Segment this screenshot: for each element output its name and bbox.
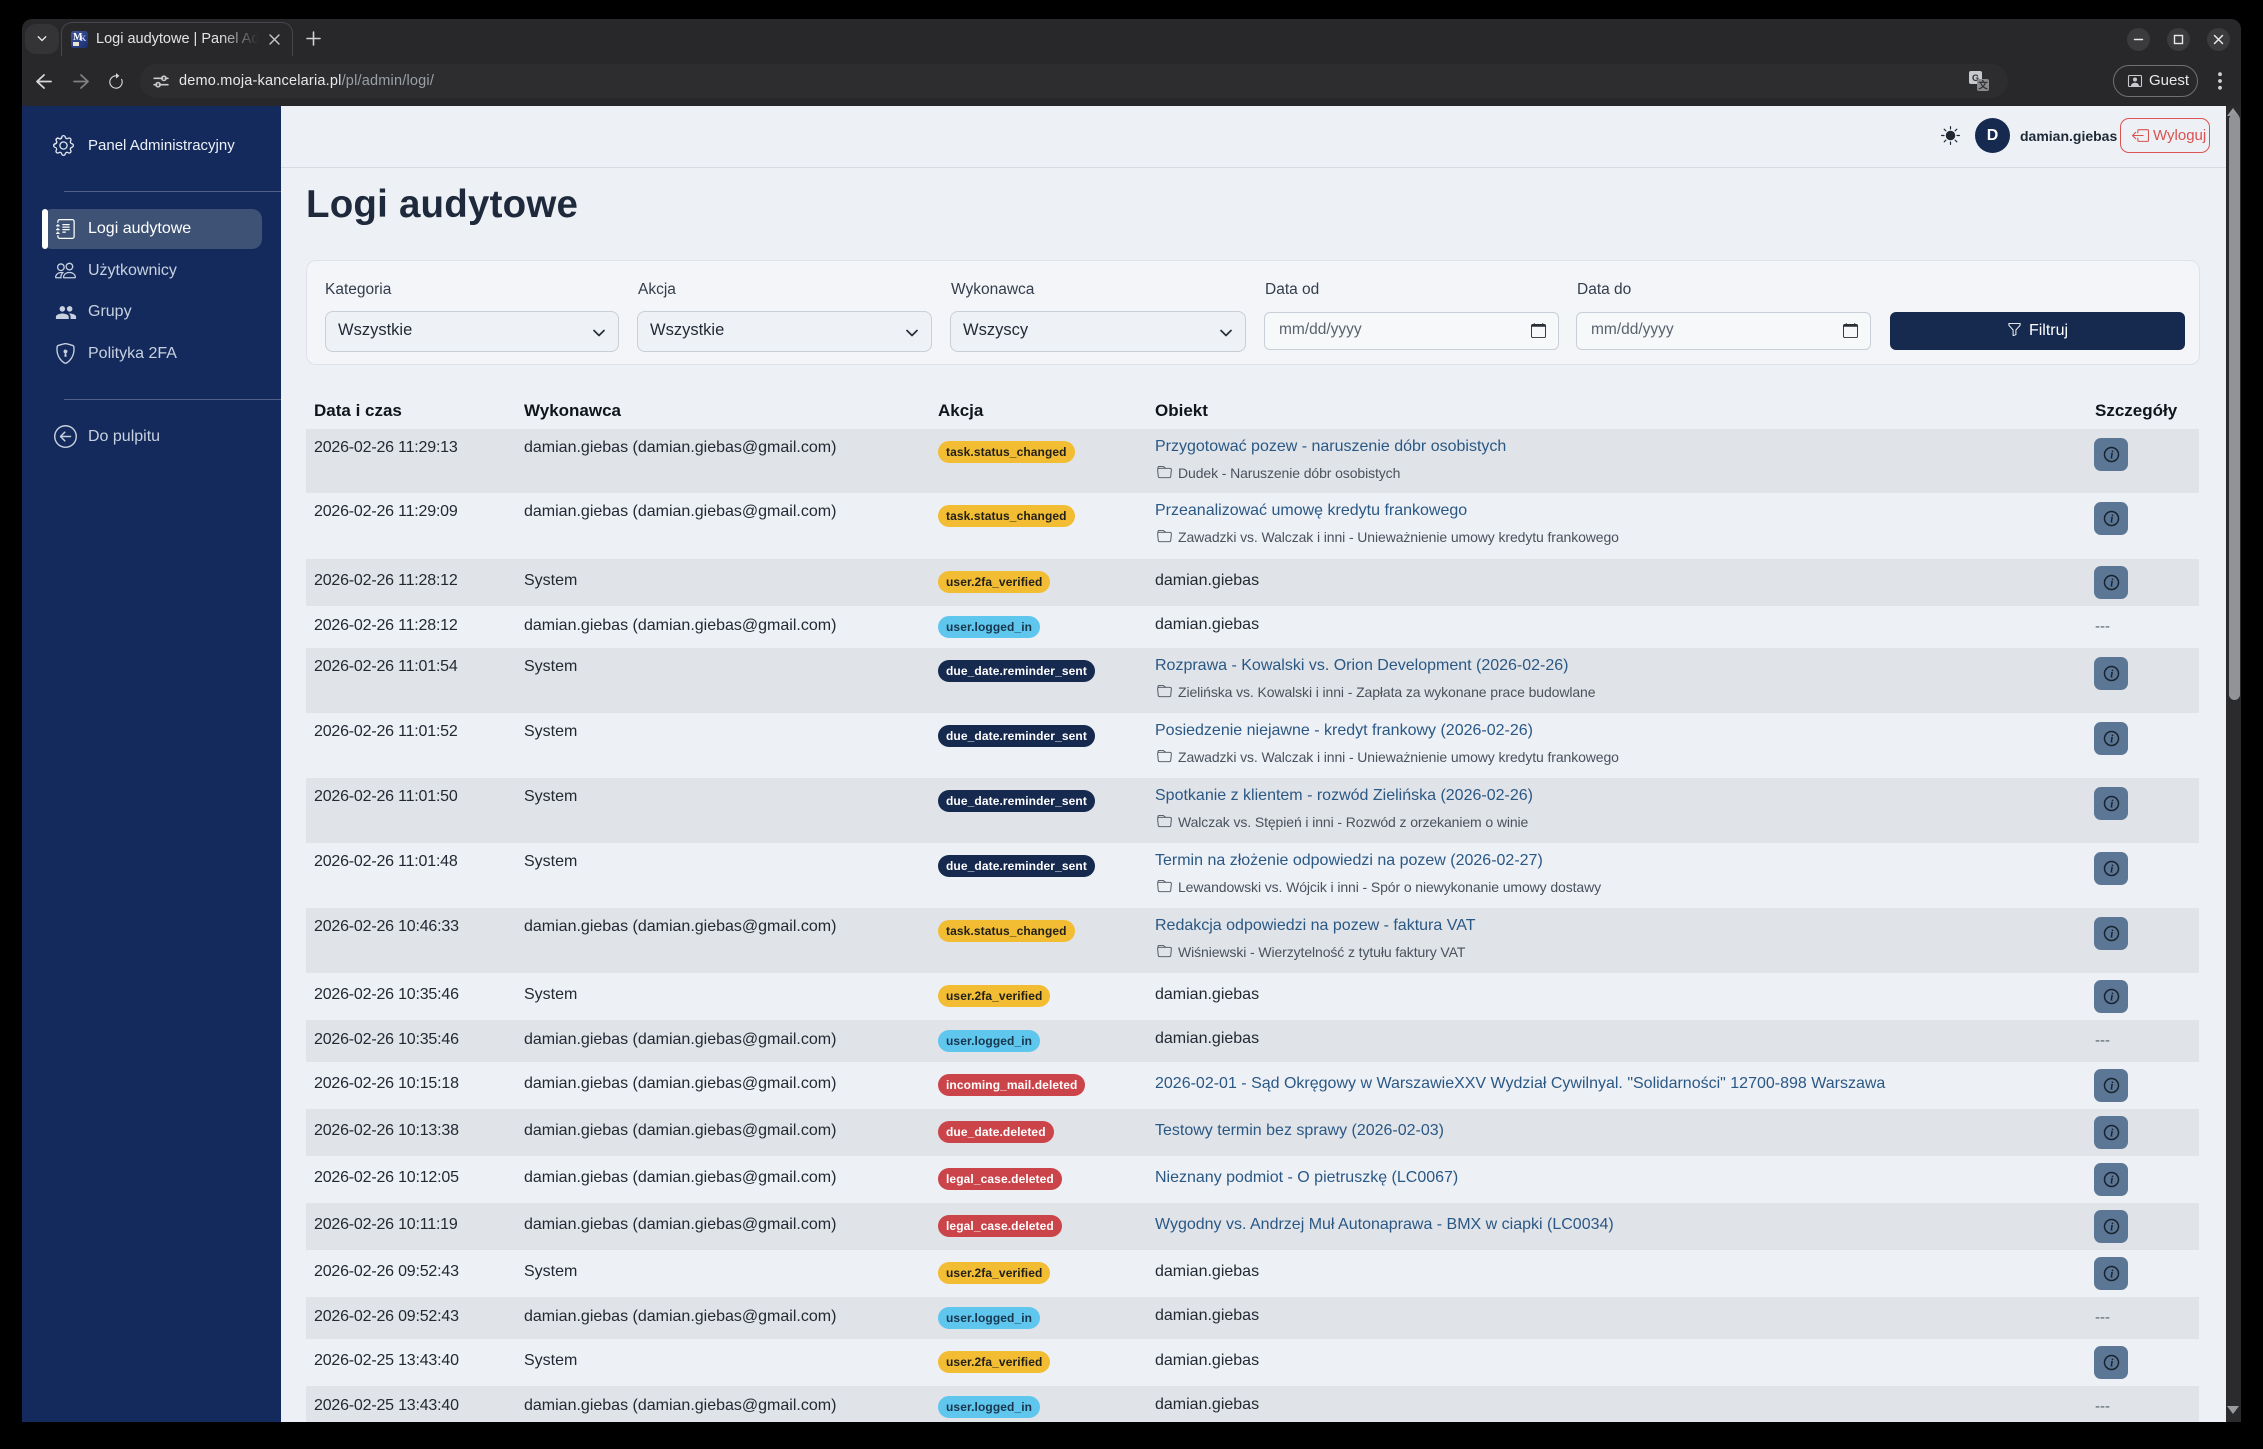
- svg-text:文: 文: [1977, 80, 1988, 92]
- svg-text:i: i: [2110, 1080, 2114, 1092]
- svg-text:i: i: [2110, 1221, 2114, 1233]
- svg-text:i: i: [2110, 668, 2114, 680]
- svg-text:i: i: [2110, 991, 2114, 1003]
- svg-text:i: i: [2110, 513, 2114, 525]
- svg-text:i: i: [2110, 798, 2114, 810]
- svg-text:i: i: [2110, 1357, 2114, 1369]
- svg-text:i: i: [2110, 928, 2114, 940]
- svg-text:i: i: [2110, 577, 2114, 589]
- svg-text:i: i: [2110, 733, 2114, 745]
- svg-text:i: i: [2110, 1127, 2114, 1139]
- svg-text:i: i: [2110, 449, 2114, 461]
- svg-text:i: i: [2110, 1268, 2114, 1280]
- svg-text:i: i: [2110, 1174, 2114, 1186]
- svg-text:i: i: [2110, 863, 2114, 875]
